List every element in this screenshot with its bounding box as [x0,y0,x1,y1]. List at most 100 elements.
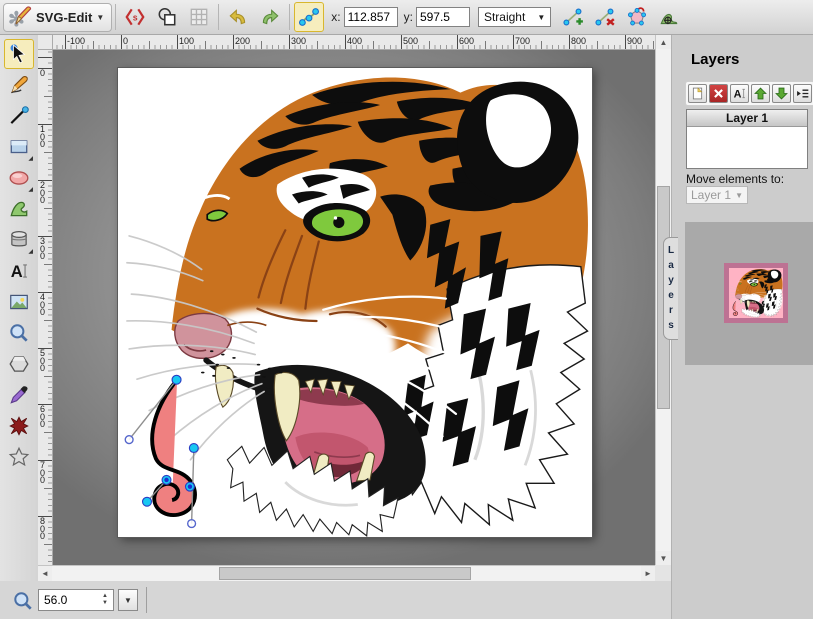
control-handle[interactable] [188,520,196,528]
shapes-overlap-icon [156,6,178,28]
flyout-arrow-icon[interactable]: ◢ [28,249,33,255]
horizontal-scrollbar-thumb[interactable] [219,567,471,580]
redo-button[interactable] [255,2,285,32]
open-path-button[interactable] [622,2,652,32]
workspace [53,50,655,565]
tool-ellipse[interactable]: ◢ [4,163,34,193]
zoom-level-control: ▲ ▼ [38,589,114,611]
move-elements-select[interactable]: Layer 1 ▼ [686,186,748,204]
delete-layer-button[interactable] [709,84,728,103]
left-toolbar: ◢ ◢ ◢ A [0,35,38,581]
toolbar-separator [218,4,219,30]
ruler-tick-label: 200 [235,36,250,46]
link-control-points-button[interactable] [294,2,324,32]
move-layer-up-button[interactable] [751,84,770,103]
select-caret-icon: ▼ [537,13,545,22]
undo-icon [227,6,249,28]
scrollbar-corner [655,565,671,581]
grid-button[interactable] [184,2,214,32]
document-overview [685,222,813,365]
svg-text:s: s [133,12,138,22]
tiger-artwork [118,68,592,537]
layer-up-icon [753,86,768,101]
move-layer-down-button[interactable] [772,84,791,103]
scroll-up-arrow[interactable]: ▲ [656,35,671,49]
toolbar-separator [289,4,290,30]
tool-eyedropper[interactable] [4,380,34,410]
ruler-tick-label: 900 [627,36,642,46]
scroll-right-arrow[interactable]: ► [641,566,655,581]
scroll-left-arrow[interactable]: ◄ [38,566,52,581]
add-node-button[interactable] [558,2,588,32]
ruler-tick-label: 300 [291,36,306,46]
layers-panel-title: Layers [691,51,739,68]
zoom-spinner[interactable]: ▲ ▼ [99,591,111,609]
layer-down-icon [774,86,789,101]
svg-text:A: A [11,263,23,281]
path-node[interactable] [143,497,152,506]
open-path-icon [626,6,648,28]
flyout-arrow-icon[interactable]: ◢ [28,156,33,162]
spinner-down-icon[interactable]: ▼ [102,600,108,607]
ruler-tick-label: 800 [571,36,586,46]
source-code-button[interactable]: s [120,2,150,32]
rename-layer-icon: A [732,86,747,101]
dropdown-caret-icon: ▼ [124,596,132,605]
bottom-separator [146,587,147,613]
y-coordinate-input[interactable] [416,7,470,27]
tool-star[interactable] [4,442,34,472]
path-node[interactable] [189,444,198,453]
zoom-magnifier-icon [12,590,34,612]
x-coordinate-input[interactable] [344,7,398,27]
tool-path[interactable] [4,194,34,224]
zoom-preset-dropdown[interactable]: ▼ [118,589,138,611]
svg-edit-logo-icon: ✻ [8,5,32,29]
x-coordinate-label: x: [331,10,340,24]
segment-type-value: Straight [484,10,525,24]
ruler-tick-label: 3 0 0 [40,238,45,261]
delete-node-icon [594,6,616,28]
tool-zoom[interactable] [4,318,34,348]
layer-menu-button[interactable] [793,84,812,103]
ruler-tick-label: -100 [67,36,85,46]
tool-line[interactable] [4,101,34,131]
tool-pencil[interactable] [4,70,34,100]
tool-polygon[interactable] [4,349,34,379]
tool-text[interactable]: A [4,256,34,286]
path-node[interactable] [172,375,181,384]
scroll-down-arrow[interactable]: ▼ [656,551,671,565]
undo-button[interactable] [223,2,253,32]
ruler-tick-label: 7 0 0 [40,462,45,485]
document-properties-button[interactable] [152,2,182,32]
tool-shape[interactable] [4,411,34,441]
ruler-tick-label: 400 [347,36,362,46]
segment-type-select[interactable]: Straight ▼ [478,7,551,27]
toolbar-separator [115,4,116,30]
rename-layer-button[interactable]: A [730,84,749,103]
tool-select[interactable] [4,39,34,69]
layer-row[interactable]: Layer 1 [687,110,807,127]
ruler-corner [38,35,53,50]
spinner-up-icon[interactable]: ▲ [102,593,108,600]
drawing-canvas[interactable] [118,68,592,537]
align-button[interactable] [654,2,684,32]
tool-shapelib[interactable]: ◢ [4,225,34,255]
tool-rect[interactable]: ◢ [4,132,34,162]
ruler-tick-label: 5 0 0 [40,350,45,373]
menu-caret-icon: ▼ [96,13,104,22]
layer-buttons-row: A [685,81,813,106]
ruler-tick-label: 8 0 0 [40,518,45,541]
ruler-tick-label: 700 [515,36,530,46]
ruler-tick-label: 1 0 0 [40,126,45,149]
horizontal-scrollbar[interactable]: ◄ ► [38,565,655,581]
layer-list: Layer 1 [686,109,808,169]
flyout-arrow-icon[interactable]: ◢ [28,187,33,193]
delete-node-button[interactable] [590,2,620,32]
tool-image[interactable] [4,287,34,317]
main-menu-button[interactable]: ✻ SVG-Edit ▼ [3,3,112,32]
control-handle[interactable] [125,436,133,444]
layers-panel-tab[interactable]: L a y e r s [663,237,678,340]
svg-edit-app: ✻ SVG-Edit ▼ s [0,0,813,619]
new-layer-button[interactable] [688,84,707,103]
move-elements-value: Layer 1 [691,188,731,202]
